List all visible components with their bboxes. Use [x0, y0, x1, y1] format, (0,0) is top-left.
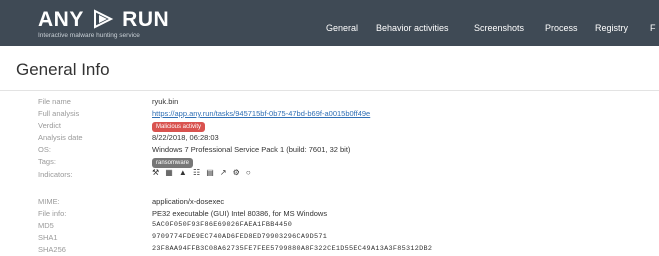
label-sha1: SHA1 [38, 233, 58, 242]
value-os: Windows 7 Professional Service Pack 1 (b… [152, 145, 351, 154]
general-info-section: General Info File name ryuk.bin Full ana… [0, 46, 659, 256]
value-file-info: PE32 executable (GUI) Intel 80386, for M… [152, 209, 328, 218]
tag-badge[interactable]: ransomware [152, 158, 194, 168]
nav-behavior-activities[interactable]: Behavior activities [376, 23, 449, 33]
tags-value: ransomware [152, 157, 194, 168]
network-icon[interactable]: ☷ [193, 168, 200, 177]
warning-icon[interactable]: ▲ [179, 168, 187, 177]
value-file-name: ryuk.bin [152, 97, 179, 106]
nav-general[interactable]: General [326, 23, 358, 33]
play-logo-icon [93, 9, 114, 29]
label-mime: MIME: [38, 197, 60, 206]
value-sha1: 9709774FDE9EC740AD6FED8ED79903296CA9D571 [152, 233, 328, 241]
nav-registry[interactable]: Registry [595, 23, 628, 33]
label-analysis-date: Analysis date [38, 133, 83, 142]
verdict-value: Malicious activity [152, 121, 206, 132]
label-md5: MD5 [38, 221, 54, 230]
title-divider [0, 90, 659, 91]
any-run-logo[interactable]: ANY RUN [38, 8, 169, 32]
label-file-name: File name [38, 97, 71, 106]
antenna-icon[interactable]: ↗ [220, 168, 227, 177]
document-icon[interactable]: ▤ [206, 168, 214, 177]
label-sha256: SHA256 [38, 245, 66, 254]
nav-process[interactable]: Process [545, 23, 578, 33]
nav-files[interactable]: F [650, 23, 656, 33]
logo-text-left: ANY [38, 8, 84, 31]
indicator-icons: ⚒ ▦ ▲ ☷ ▤ ↗ ⚙ ○ [152, 168, 255, 177]
wrench-icon[interactable]: ⚒ [152, 168, 159, 177]
label-file-info: File info: [38, 209, 67, 218]
value-analysis-date: 8/22/2018, 06:28:03 [152, 133, 219, 142]
nav-screenshots[interactable]: Screenshots [474, 23, 524, 33]
label-verdict: Verdict [38, 121, 61, 130]
page-title: General Info [16, 60, 110, 79]
full-analysis-link[interactable]: https://app.any.run/tasks/945715bf-0b75-… [152, 109, 370, 118]
value-mime: application/x-dosexec [152, 197, 225, 206]
gear-icon[interactable]: ⚙ [233, 168, 240, 177]
value-sha256: 23F8AA94FFB3C08A62735FE7FEE5799880A8F322… [152, 245, 433, 253]
spreadsheet-icon[interactable]: ▦ [165, 168, 173, 177]
label-full-analysis: Full analysis [38, 109, 80, 118]
value-md5: 5AC0F050F93F86E69026FAEA1FBB4450 [152, 221, 293, 229]
label-indicators: Indicators: [38, 170, 73, 179]
top-header: ANY RUN Interactive malware hunting serv… [0, 0, 659, 46]
label-os: OS: [38, 145, 51, 154]
label-tags: Tags: [38, 157, 56, 166]
lock-icon[interactable]: ○ [246, 168, 251, 177]
tagline: Interactive malware hunting service [38, 32, 140, 39]
logo-text-right: RUN [122, 8, 170, 31]
verdict-badge: Malicious activity [152, 122, 206, 132]
